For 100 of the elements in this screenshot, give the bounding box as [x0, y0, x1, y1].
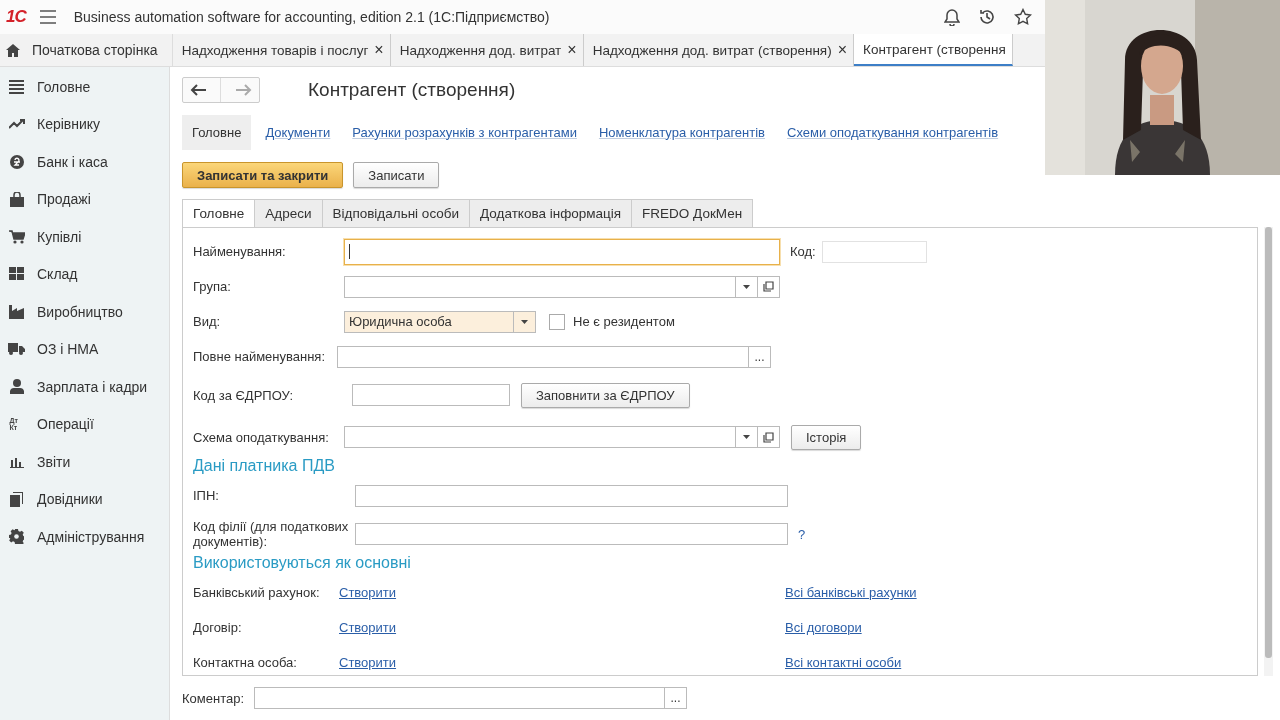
fill-by-edrpou-button[interactable]: Заповнити за ЄДРПОУ — [521, 382, 690, 408]
sidebar-item[interactable]: Виробництво — [0, 293, 169, 331]
sidebar-label: Виробництво — [37, 303, 123, 320]
checkbox[interactable] — [549, 313, 565, 330]
field-label: Код за ЄДРПОУ: — [193, 387, 295, 403]
sidebar-item[interactable]: Банк і каса — [0, 143, 169, 181]
tab-label: Надходження товарів і послуг — [181, 42, 369, 58]
sidebar-item[interactable]: Купівлі — [0, 218, 169, 256]
section-link[interactable]: Головне — [182, 114, 252, 150]
create-link[interactable]: Створити — [339, 585, 785, 600]
full-name-field[interactable] — [337, 345, 749, 368]
form-tab[interactable]: Відповідальні особи — [321, 199, 471, 227]
close-icon[interactable]: × — [837, 41, 848, 59]
section-heading: Дані платника ПДВ — [193, 456, 336, 476]
field-label: Код: — [790, 244, 816, 259]
coin-icon — [9, 154, 24, 169]
scrollbar[interactable] — [1264, 227, 1273, 676]
sidebar-item[interactable]: ОЗ і НМА — [0, 330, 169, 368]
form-title: Контрагент (створення) — [308, 79, 516, 101]
field-label: Схема оподаткування: — [193, 429, 330, 445]
bell-icon[interactable] — [944, 8, 960, 26]
create-link[interactable]: Створити — [339, 655, 785, 670]
section-link[interactable]: Рахунки розрахунків з контрагентами — [352, 124, 577, 140]
save-close-button[interactable]: Записати та закрити — [182, 162, 344, 188]
open-button[interactable] — [758, 426, 780, 448]
sidebar-label: Адміністрування — [37, 528, 145, 545]
dropdown-button[interactable] — [736, 426, 758, 448]
form-tab[interactable]: FREDO ДокМен — [631, 199, 754, 227]
tab-label: Надходження дод. витрат (створення) — [592, 42, 832, 58]
kind-field[interactable]: Юридична особа — [344, 310, 514, 333]
factory-icon — [9, 304, 24, 319]
form-tab[interactable]: Адреси — [254, 199, 323, 227]
sidebar-item[interactable]: Звіти — [0, 443, 169, 481]
field-label: Контактна особа: — [193, 655, 298, 670]
sidebar-label: Довідники — [37, 491, 103, 508]
save-button[interactable]: Записати — [353, 162, 440, 188]
truck-icon — [8, 343, 25, 356]
sidebar-label: Купівлі — [37, 228, 82, 245]
sidebar-item[interactable]: Склад — [0, 255, 169, 293]
home-tab-label: Початкова сторінка — [32, 42, 158, 58]
star-icon[interactable] — [1014, 8, 1032, 26]
forward-arrow-icon[interactable] — [235, 84, 252, 96]
code-field[interactable] — [821, 240, 927, 263]
form-tab[interactable]: Головне — [182, 199, 256, 227]
history-icon[interactable] — [978, 8, 996, 26]
back-arrow-icon[interactable] — [190, 84, 207, 96]
sidebar-item[interactable]: Зарплата і кадри — [0, 368, 169, 406]
checkbox-label: Не є резидентом — [573, 314, 675, 329]
field-label: Коментар: — [182, 690, 246, 706]
person-icon — [9, 379, 24, 395]
list-icon — [9, 79, 24, 94]
field-label: Банківський рахунок: — [193, 585, 321, 600]
caret-icon — [521, 319, 528, 324]
name-field[interactable] — [344, 238, 780, 265]
field-label: Найменування: — [193, 244, 287, 259]
tax-scheme-field[interactable] — [344, 426, 736, 448]
sidebar-item[interactable]: Адміністрування — [0, 518, 169, 556]
sidebar-label: Склад — [37, 266, 78, 283]
tab-label: Контрагент (створення — [863, 41, 1006, 57]
trend-icon — [8, 119, 25, 130]
home-tab[interactable]: Початкова сторінка — [0, 34, 173, 66]
view-all-link[interactable]: Всі банківські рахунки — [785, 585, 917, 600]
history-button[interactable]: Історія — [791, 424, 862, 450]
sidebar-label: Головне — [37, 78, 91, 95]
comment-field[interactable] — [254, 687, 665, 709]
document-tab[interactable]: Контрагент (створення — [854, 34, 1013, 66]
menu-icon[interactable] — [39, 10, 56, 24]
open-button[interactable] — [758, 275, 780, 298]
close-icon[interactable]: × — [374, 41, 384, 59]
ellipsis-button[interactable]: ... — [749, 345, 771, 368]
ellipsis-button[interactable]: ... — [665, 687, 687, 709]
grid-icon — [9, 267, 24, 282]
open-icon — [763, 281, 774, 292]
sidebar-item[interactable]: Керівнику — [0, 105, 169, 143]
sidebar-item[interactable]: Довідники — [0, 480, 169, 518]
create-link[interactable]: Створити — [339, 620, 785, 635]
sidebar-label: Звіти — [37, 453, 71, 470]
dropdown-button[interactable] — [514, 310, 536, 333]
view-all-link[interactable]: Всі контактні особи — [785, 655, 902, 670]
sidebar-item[interactable]: Продажі — [0, 180, 169, 218]
bar-chart-icon — [9, 455, 24, 468]
dropdown-button[interactable] — [736, 275, 758, 298]
branch-code-field[interactable] — [355, 523, 788, 545]
edrpou-field[interactable] — [352, 384, 510, 406]
help-link[interactable]: ? — [798, 526, 806, 542]
section-link[interactable]: Номенклатура контрагентів — [598, 124, 766, 140]
field-label: Група: — [193, 279, 232, 294]
section-link[interactable]: Документи — [265, 124, 331, 140]
section-heading: Використовуються як основні — [193, 553, 412, 573]
sidebar-label: Банк і каса — [37, 153, 108, 170]
close-icon[interactable]: × — [567, 41, 577, 59]
field-label: ІПН: — [193, 488, 220, 503]
group-field[interactable] — [344, 275, 736, 298]
form-tab[interactable]: Додаткова інформація — [469, 199, 633, 227]
sidebar-label: Зарплата і кадри — [37, 378, 148, 395]
section-link[interactable]: Схеми оподаткування контрагентів — [787, 124, 999, 140]
sidebar-item[interactable]: Головне — [0, 68, 169, 106]
bag-icon — [9, 191, 24, 207]
ipn-field[interactable] — [355, 484, 788, 507]
view-all-link[interactable]: Всі договори — [785, 620, 862, 635]
